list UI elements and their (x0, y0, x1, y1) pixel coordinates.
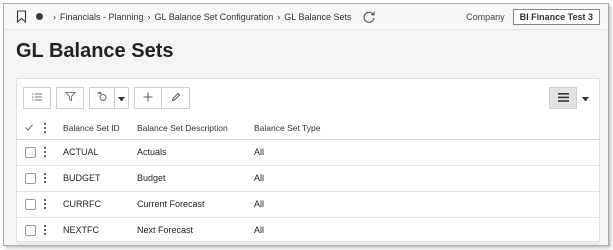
table-row[interactable]: BUDGET Budget All (17, 165, 599, 191)
header-kebab-icon[interactable] (41, 117, 63, 139)
navigate-icon (96, 89, 108, 107)
row-menu-icon[interactable] (41, 198, 49, 210)
refresh-icon[interactable] (362, 10, 376, 24)
navigate-dropdown-button[interactable] (115, 87, 129, 109)
table-row[interactable]: NEXTFC Next Forecast All (17, 217, 599, 243)
row-checkbox[interactable] (25, 198, 36, 210)
caret-down-icon (118, 89, 125, 107)
row-menu-icon[interactable] (41, 224, 49, 236)
list-button[interactable] (23, 87, 51, 109)
column-header-description[interactable]: Balance Set Description (137, 117, 254, 139)
breadcrumb-item-planning[interactable]: Financials - Planning (60, 12, 144, 22)
bookmark-icon[interactable] (14, 9, 28, 25)
company-selector: Company BI Finance Test 3 (466, 8, 600, 25)
pencil-icon (171, 89, 181, 107)
company-label: Company (466, 11, 505, 22)
grid-panel: Balance Set ID Balance Set Description B… (16, 78, 600, 244)
navigate-group (89, 87, 129, 109)
row-checkbox[interactable] (25, 146, 36, 158)
cell-id: ACTUAL (63, 147, 99, 157)
row-checkbox[interactable] (25, 224, 36, 236)
cell-description: Current Forecast (137, 199, 205, 209)
balance-sets-table: Balance Set ID Balance Set Description B… (17, 117, 599, 244)
cell-description: Budget (137, 173, 166, 183)
cell-description: Actuals (137, 147, 167, 157)
edit-button[interactable] (162, 87, 190, 109)
filter-button[interactable] (56, 87, 84, 109)
cell-type: All (254, 199, 265, 209)
add-button[interactable] (134, 87, 162, 109)
top-bar: › Financials - Planning › GL Balance Set… (4, 4, 608, 30)
breadcrumb-item-current: GL Balance Sets (284, 11, 352, 22)
cell-type: All (254, 173, 265, 183)
caret-down-icon (581, 89, 589, 107)
cell-id: CURRFC (63, 199, 101, 209)
plus-icon (143, 89, 153, 107)
cell-type: All (254, 225, 265, 235)
app-window: › Financials - Planning › GL Balance Set… (3, 3, 609, 246)
column-header-id[interactable]: Balance Set ID (63, 117, 137, 139)
select-all-check[interactable] (17, 117, 41, 139)
row-menu-icon[interactable] (41, 172, 49, 184)
list-icon (31, 89, 43, 107)
view-dropdown-button[interactable] (577, 87, 593, 109)
filter-icon (64, 89, 76, 107)
chevron-right-icon: › (147, 11, 151, 22)
chevron-right-icon: › (277, 11, 281, 22)
cell-type: All (254, 147, 265, 157)
edit-group (134, 87, 190, 109)
company-value[interactable]: BI Finance Test 3 (512, 8, 600, 25)
table-header-row: Balance Set ID Balance Set Description B… (17, 117, 599, 139)
row-menu-icon[interactable] (41, 146, 49, 158)
chevron-right-icon: › (53, 11, 56, 22)
table-row[interactable]: CURRFC Current Forecast All (17, 191, 599, 217)
cell-id: NEXTFC (63, 225, 99, 235)
status-dot-icon (36, 13, 43, 20)
table-view-icon (557, 89, 569, 107)
check-icon (25, 123, 33, 133)
toolbar (17, 79, 599, 117)
navigate-button[interactable] (89, 87, 115, 109)
view-group (549, 87, 593, 109)
table-view-button[interactable] (549, 87, 577, 109)
page-title: GL Balance Sets (16, 40, 174, 62)
table-row[interactable]: ACTUAL Actuals All (17, 139, 599, 165)
cell-description: Next Forecast (137, 225, 194, 235)
column-header-type[interactable]: Balance Set Type (254, 117, 599, 139)
row-checkbox[interactable] (25, 172, 36, 184)
cell-id: BUDGET (63, 173, 101, 183)
breadcrumb: › Financials - Planning › GL Balance Set… (49, 12, 352, 22)
breadcrumb-item-configuration[interactable]: GL Balance Set Configuration (155, 12, 274, 22)
